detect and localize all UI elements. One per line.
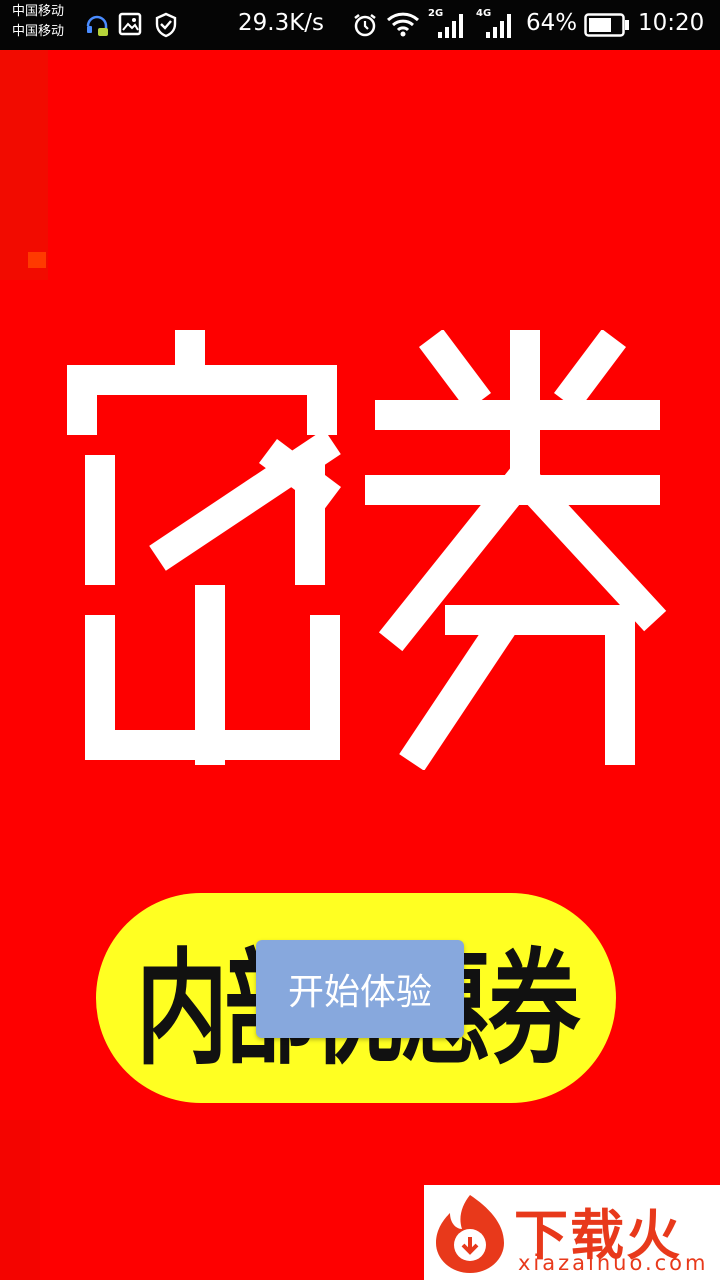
background-edge	[0, 1120, 40, 1280]
alarm-icon	[354, 14, 376, 37]
decorative-dot	[28, 252, 46, 268]
clock: 10:20	[638, 10, 705, 36]
battery-percent: 64%	[526, 10, 578, 36]
start-experience-button[interactable]: 开始体验	[256, 940, 464, 1038]
battery-icon	[584, 13, 629, 37]
background-edge	[0, 50, 48, 280]
signal-icon	[438, 14, 463, 38]
carrier-label-1: 中国移动	[12, 4, 65, 19]
watermark: 下载火 xiazaihuo.com	[424, 1185, 720, 1280]
network-speed: 29.3K/s	[238, 10, 325, 36]
logo-text: 密券	[60, 330, 92, 334]
shield-icon	[155, 12, 177, 38]
wifi-icon	[386, 12, 420, 37]
watermark-url: xiazaihuo.com	[518, 1251, 709, 1275]
status-bar: 中国移动 中国移动 29.3K/s 2G 4G 64% 10:20	[0, 0, 720, 50]
signal-icon	[486, 14, 511, 38]
carrier-label-2: 中国移动	[12, 24, 65, 39]
logo: 密券	[60, 330, 667, 770]
headset-icon	[86, 15, 108, 36]
image-icon	[118, 12, 142, 36]
flame-logo-icon	[436, 1195, 504, 1273]
